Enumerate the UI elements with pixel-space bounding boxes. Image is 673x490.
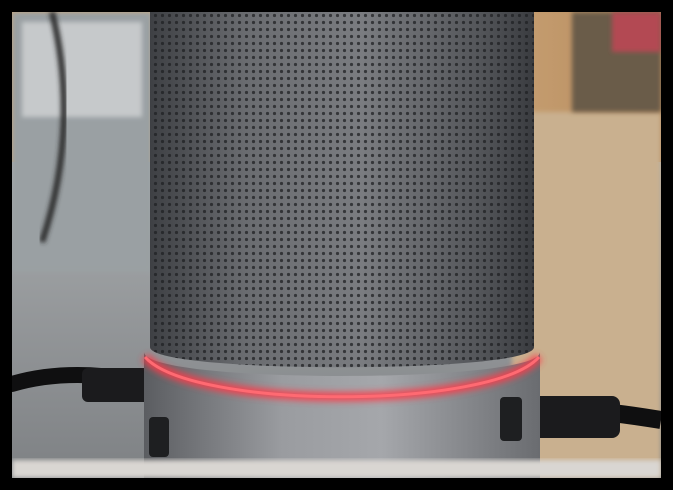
speaker-port-right [500, 397, 522, 441]
speaker-port-left [149, 417, 169, 457]
blurred-red-object [612, 12, 661, 52]
speaker-grille [150, 12, 534, 368]
photo-frame [0, 0, 673, 490]
speaker-photo [12, 12, 661, 478]
blurred-object-left [22, 22, 142, 117]
desk-edge [12, 460, 661, 478]
cable-left-plug [82, 368, 152, 402]
